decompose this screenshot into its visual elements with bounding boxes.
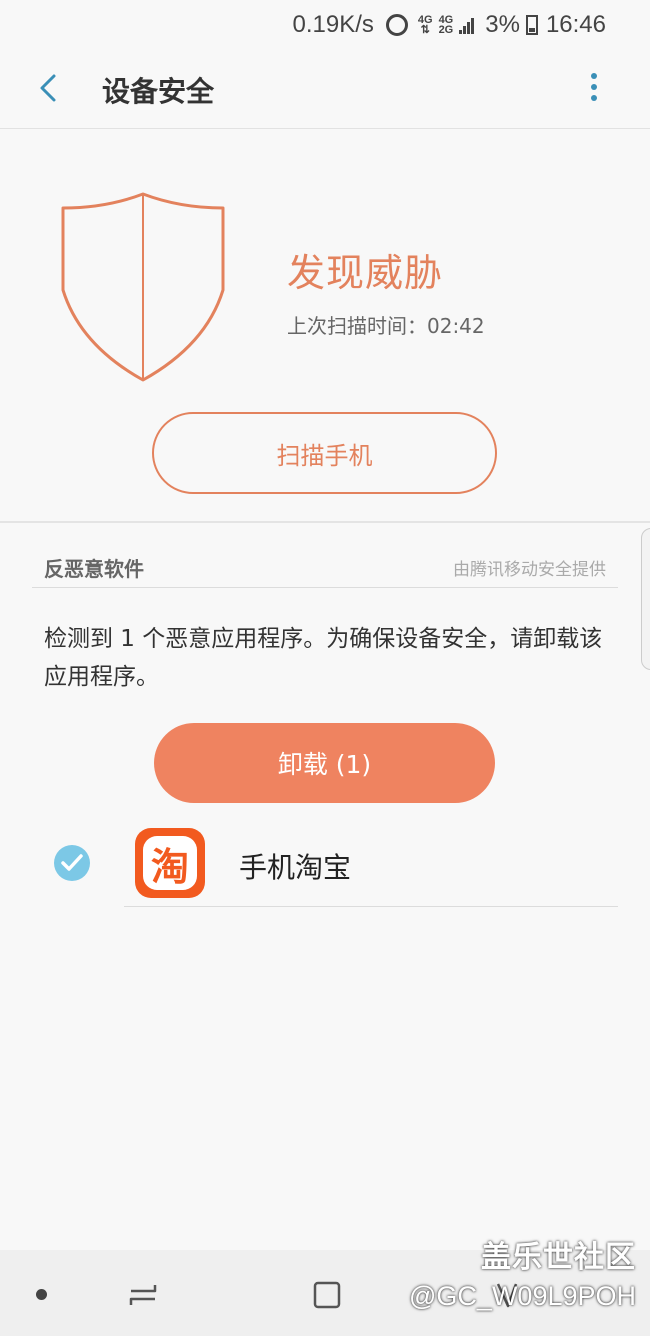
sim1-type: 4G <box>417 14 433 26</box>
battery-icon <box>525 15 538 35</box>
watermark-username: @GC_W09L9POH <box>409 1281 636 1311</box>
alarm-icon <box>385 14 408 36</box>
recent-apps-icon[interactable] <box>127 1281 159 1309</box>
section-header-anti-malware: 反恶意软件 <box>44 557 144 581</box>
back-arrow-icon[interactable] <box>34 70 64 106</box>
list-divider <box>124 906 618 907</box>
uninstall-button[interactable]: 卸载 (1) <box>154 723 495 803</box>
status-bar: 0.19K/s 4G ⇅ 4G 2G 3% 16:46 <box>0 0 650 50</box>
sim1-signal-icon: 4G ⇅ <box>417 14 433 36</box>
page-title: 设备安全 <box>102 75 215 108</box>
watermark-community-name: 盖乐世社区 <box>481 1240 636 1275</box>
threat-status-title: 发现威胁 <box>287 251 444 295</box>
more-options-icon[interactable] <box>582 70 606 106</box>
provider-text: 由腾讯移动安全提供 <box>453 560 606 580</box>
battery-percent: 3% <box>485 11 520 38</box>
home-icon[interactable] <box>312 1280 342 1310</box>
app-bar: 设备安全 <box>0 50 650 129</box>
threat-description: 检测到 1 个恶意应用程序。为确保设备安全，请卸载该应用程序。 <box>44 626 603 690</box>
nav-dot-icon[interactable] <box>36 1289 47 1300</box>
net-speed: 0.19K/s <box>292 11 374 38</box>
edge-panel-handle[interactable] <box>641 528 650 670</box>
signal-bars-icon <box>459 16 475 34</box>
sim2-sub: 2G <box>438 24 454 36</box>
taobao-icon-glyph: 淘 <box>143 836 197 890</box>
app-name: 手机淘宝 <box>239 851 352 884</box>
last-scan-time: 上次扫描时间：02:42 <box>287 314 485 338</box>
list-item[interactable]: 淘 手机淘宝 <box>32 820 618 908</box>
shield-icon <box>61 192 225 382</box>
checkbox-checked-icon[interactable] <box>53 844 91 882</box>
scan-phone-button[interactable]: 扫描手机 <box>152 412 497 494</box>
section-divider <box>0 521 650 523</box>
sim2-signal-icon: 4G 2G <box>438 15 454 36</box>
clock: 16:46 <box>545 11 606 38</box>
section-header-divider <box>32 587 618 588</box>
taobao-icon: 淘 <box>135 828 205 898</box>
